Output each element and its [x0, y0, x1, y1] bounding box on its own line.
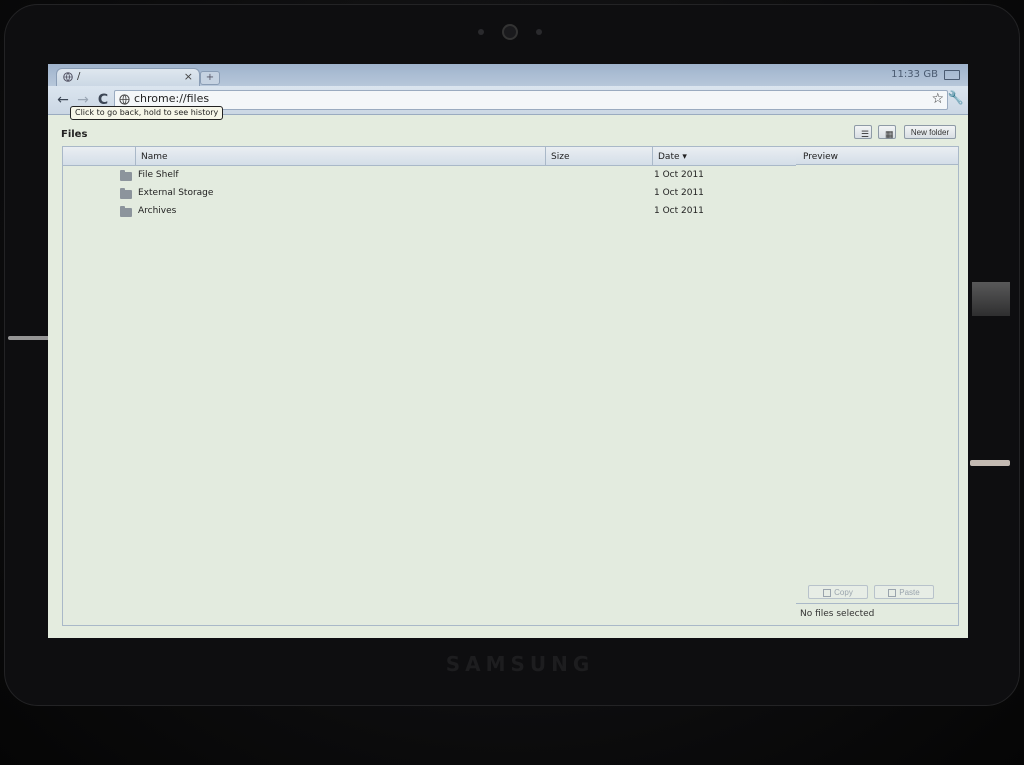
column-header-size[interactable]: Size — [545, 147, 652, 165]
bookmark-star-icon[interactable]: ☆ — [931, 91, 944, 107]
file-rows: File Shelf 1 Oct 2011 External Storage 1… — [63, 167, 797, 221]
laptop-bezel: SAMSUNG / × + 11:33 GB ← → C chrome://fi… — [0, 0, 1024, 765]
copy-label: Copy — [834, 588, 853, 597]
close-icon[interactable]: × — [184, 70, 193, 83]
file-name: External Storage — [138, 188, 214, 198]
paste-button[interactable]: Paste — [874, 585, 934, 599]
wrench-menu-icon[interactable]: 🔧 — [948, 91, 964, 106]
column-header-name[interactable]: Name — [135, 147, 545, 165]
new-folder-button[interactable]: New folder — [904, 125, 956, 139]
selection-status: No files selected — [796, 603, 958, 623]
copy-icon — [823, 588, 832, 597]
globe-icon — [63, 72, 73, 82]
paste-label: Paste — [899, 588, 920, 597]
preview-header: Preview — [796, 147, 958, 165]
screen: / × + 11:33 GB ← → C chrome://files ☆ 🔧 … — [48, 64, 968, 638]
back-button-tooltip: Click to go back, hold to see history — [70, 106, 224, 120]
back-button[interactable]: ← — [54, 91, 72, 109]
list-view-button[interactable]: ☰ — [854, 125, 872, 139]
tab-title: / — [77, 71, 81, 82]
glare — [8, 336, 50, 340]
url-text[interactable]: chrome://files — [134, 92, 209, 105]
address-bar[interactable]: chrome://files — [114, 90, 948, 110]
folder-icon — [120, 206, 132, 217]
brand-logo: SAMSUNG — [445, 652, 595, 676]
folder-icon — [120, 170, 132, 181]
file-name: Archives — [138, 206, 177, 216]
preview-panel: Preview Copy Paste No files selected — [796, 146, 959, 626]
network-indicator[interactable]: GB — [923, 69, 938, 80]
folder-icon — [120, 188, 132, 199]
page-title: Files — [61, 129, 88, 140]
glare — [972, 282, 1010, 316]
clock[interactable]: 11:33 — [891, 69, 920, 80]
webcam — [478, 24, 542, 40]
page-info-icon — [119, 94, 130, 105]
file-list: Name Size Date ▾ File Shelf 1 Oct 2011 E… — [62, 146, 798, 626]
column-header-icon — [63, 147, 135, 165]
table-row[interactable]: File Shelf 1 Oct 2011 — [63, 167, 797, 185]
battery-icon[interactable] — [944, 70, 960, 80]
file-name: File Shelf — [138, 170, 179, 180]
glare — [970, 460, 1010, 466]
file-list-header: Name Size Date ▾ — [63, 147, 797, 166]
table-row[interactable]: Archives 1 Oct 2011 — [63, 203, 797, 221]
table-row[interactable]: External Storage 1 Oct 2011 — [63, 185, 797, 203]
file-date: 1 Oct 2011 — [654, 206, 704, 216]
column-header-date[interactable]: Date ▾ — [652, 147, 797, 165]
file-date: 1 Oct 2011 — [654, 170, 704, 180]
grid-view-button[interactable]: ▦ — [878, 125, 896, 139]
copy-button[interactable]: Copy — [808, 585, 868, 599]
paste-icon — [888, 588, 897, 597]
browser-tab[interactable]: / × — [56, 68, 200, 87]
file-date: 1 Oct 2011 — [654, 188, 704, 198]
new-tab-button[interactable]: + — [200, 71, 220, 85]
tab-strip: / × + 11:33 GB — [48, 64, 968, 87]
